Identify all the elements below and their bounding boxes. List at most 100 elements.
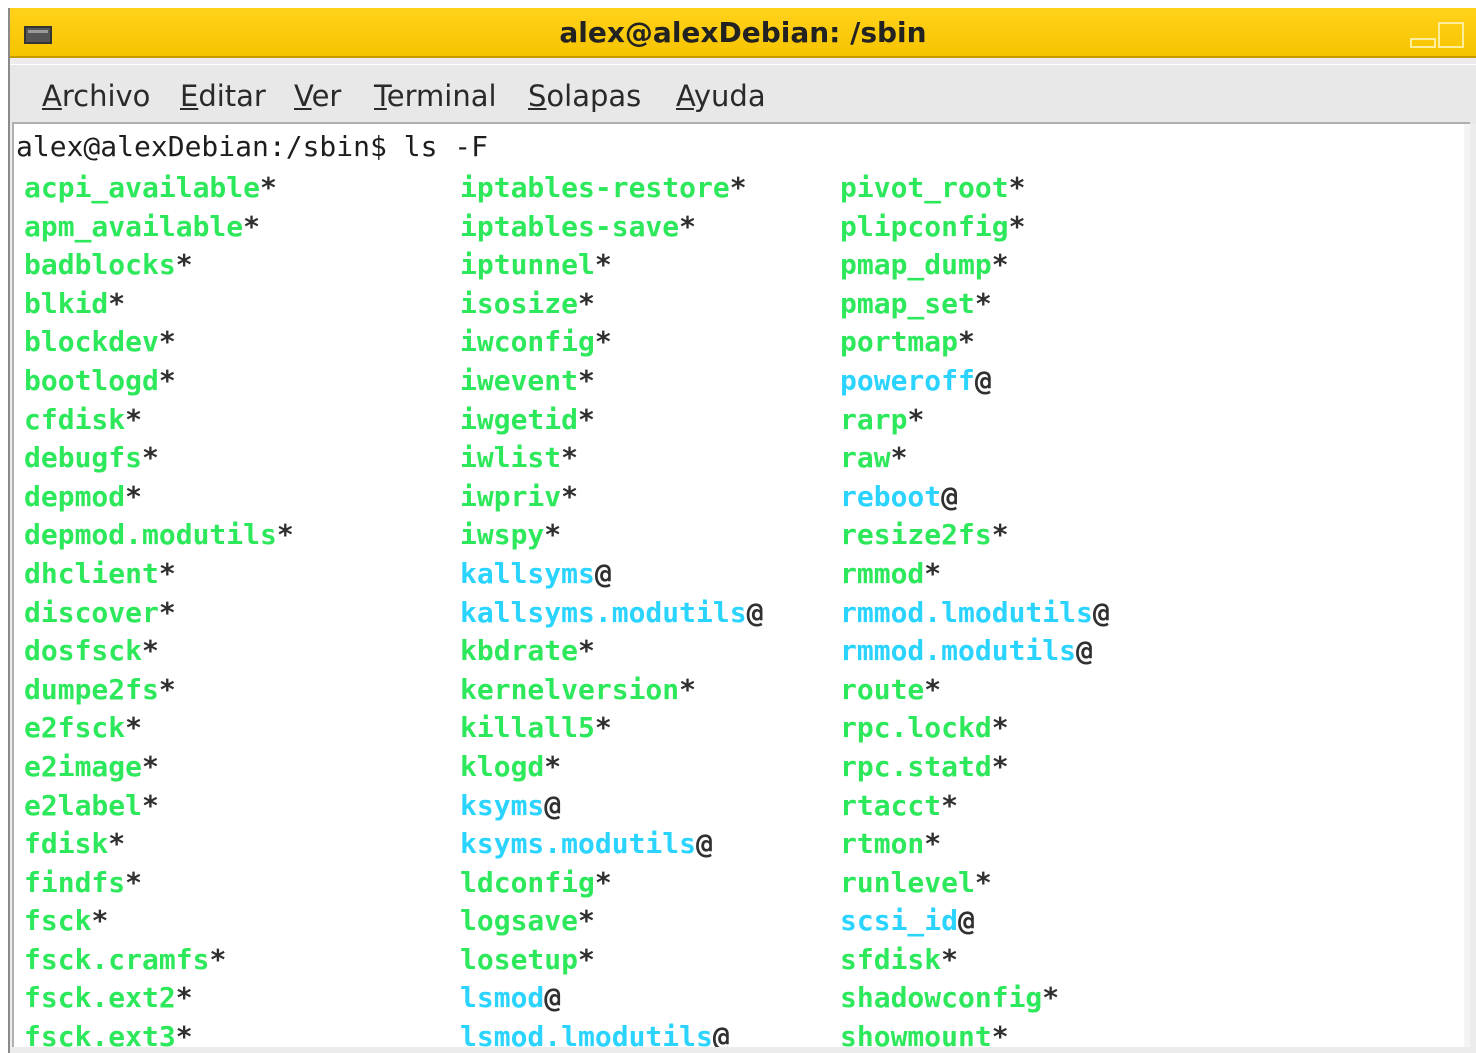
executable-name: showmount [840,1020,992,1047]
executable-name: logsave [460,904,579,938]
file-entry: badblocks* [24,246,294,285]
type-suffix: * [729,171,747,204]
menu-archivo[interactable]: Archivo [42,79,150,113]
menu-ver-mnemonic: V [294,79,312,113]
file-entry: resize2fs* [840,516,1110,555]
executable-name: iwgetid [460,402,579,436]
type-suffix: * [941,788,959,822]
file-entry: apm_available* [24,208,294,247]
file-entry: depmod.modutils* [24,516,294,555]
file-entry: iptables-save* [460,208,763,247]
file-entry: rmmod.modutils@ [840,632,1110,671]
title-bar[interactable]: alex@alexDebian: /sbin [10,8,1476,58]
type-suffix: @ [941,479,959,513]
executable-name: findfs [24,865,126,899]
terminal-output[interactable]: alex@alexDebian:/sbin$ ls -F acpi_availa… [12,122,1470,1047]
executable-name: iptables-save [460,209,680,243]
file-entry: rpc.statd* [840,748,1110,787]
shell-prompt: alex@alexDebian:/sbin$ ls -F [16,130,489,163]
scrollbar[interactable] [1464,124,1470,1047]
type-suffix: * [594,865,612,899]
executable-name: debugfs [24,441,143,475]
executable-name: losetup [460,942,579,976]
executable-name: resize2fs [840,518,992,552]
type-suffix: * [594,711,612,745]
executable-name: blockdev [24,325,159,359]
executable-name: depmod.modutils [24,518,277,552]
type-suffix: * [991,1020,1009,1047]
symlink-name: scsi_id [840,904,959,938]
executable-name: apm_available [24,209,244,243]
type-suffix: * [125,865,143,899]
file-entry: pmap_dump* [840,246,1110,285]
file-entry: rmmod* [840,555,1110,594]
type-suffix: * [991,518,1009,552]
executable-name: badblocks [24,248,176,282]
file-entry: fdisk* [24,825,294,864]
executable-name: cfdisk [24,402,126,436]
menu-ayuda-mnemonic: A [676,79,694,113]
file-entry: poweroff@ [840,362,1110,401]
type-suffix: * [578,363,595,397]
type-suffix: * [243,209,261,243]
menu-terminal-label: erminal [386,79,497,113]
type-suffix: * [544,749,562,783]
type-suffix: * [158,595,176,629]
executable-name: isosize [460,286,579,320]
executable-name: klogd [460,749,545,783]
executable-name: iwconfig [460,325,595,359]
listing-column-3: pivot_root* plipconfig* pmap_dump* pmap_set… [840,169,1110,1047]
file-entry: ksyms.modutils@ [460,825,763,864]
symlink-name: rmmod.lmodutils [840,595,1093,629]
file-entry: fsck* [24,902,294,941]
type-suffix: * [924,827,942,861]
file-entry: shadowconfig* [840,979,1110,1018]
type-suffix: * [679,209,697,243]
executable-name: plipconfig [840,209,1009,243]
type-suffix: * [175,248,193,282]
menu-terminal-mnemonic: T [374,79,387,113]
type-suffix: * [108,827,126,861]
type-suffix: * [907,402,925,436]
maximize-icon[interactable] [1438,22,1464,48]
type-suffix: @ [696,827,713,861]
executable-name: e2image [24,749,143,783]
minimize-icon[interactable] [1410,38,1436,48]
symlink-name: reboot [840,479,942,513]
symlink-name: kallsyms.modutils [460,595,747,629]
file-entry: iwconfig* [460,323,763,362]
executable-name: kernelversion [460,672,680,706]
executable-name: raw [840,441,891,475]
window-controls-icon[interactable] [1408,18,1468,52]
menu-editar-label: ditar [198,79,266,113]
type-suffix: * [1008,209,1026,243]
executable-name: e2label [24,788,143,822]
menu-solapas[interactable]: Solapas [528,79,641,113]
symlink-name: poweroff [840,363,975,397]
file-entry: raw* [840,439,1110,478]
executable-name: dosfsck [24,634,143,668]
file-entry: sfdisk* [840,941,1110,980]
file-entry: ksyms@ [460,787,763,826]
file-entry: iwspy* [460,516,763,555]
menu-terminal[interactable]: Terminal [374,79,497,113]
type-suffix: * [924,556,942,590]
type-suffix: * [142,634,159,668]
type-suffix: * [958,325,975,359]
type-suffix: * [890,441,908,475]
executable-name: acpi_available [24,171,261,204]
file-entry: fsck.ext3* [24,1018,294,1047]
menu-ayuda[interactable]: Ayuda [676,79,766,113]
menu-ver[interactable]: Ver [294,79,341,113]
file-entry: depmod* [24,478,294,517]
menu-editar[interactable]: Editar [180,79,266,113]
type-suffix: * [142,441,159,475]
menu-editar-mnemonic: E [180,79,199,113]
file-entry: rpc.lockd* [840,709,1110,748]
file-entry: iptunnel* [460,246,763,285]
type-suffix: * [578,402,595,436]
type-suffix: * [175,981,193,1015]
listing-column-1: acpi_available* apm_available* badblocks* b… [24,169,294,1047]
file-entry: ldconfig* [460,864,763,903]
file-entry: kbdrate* [460,632,763,671]
